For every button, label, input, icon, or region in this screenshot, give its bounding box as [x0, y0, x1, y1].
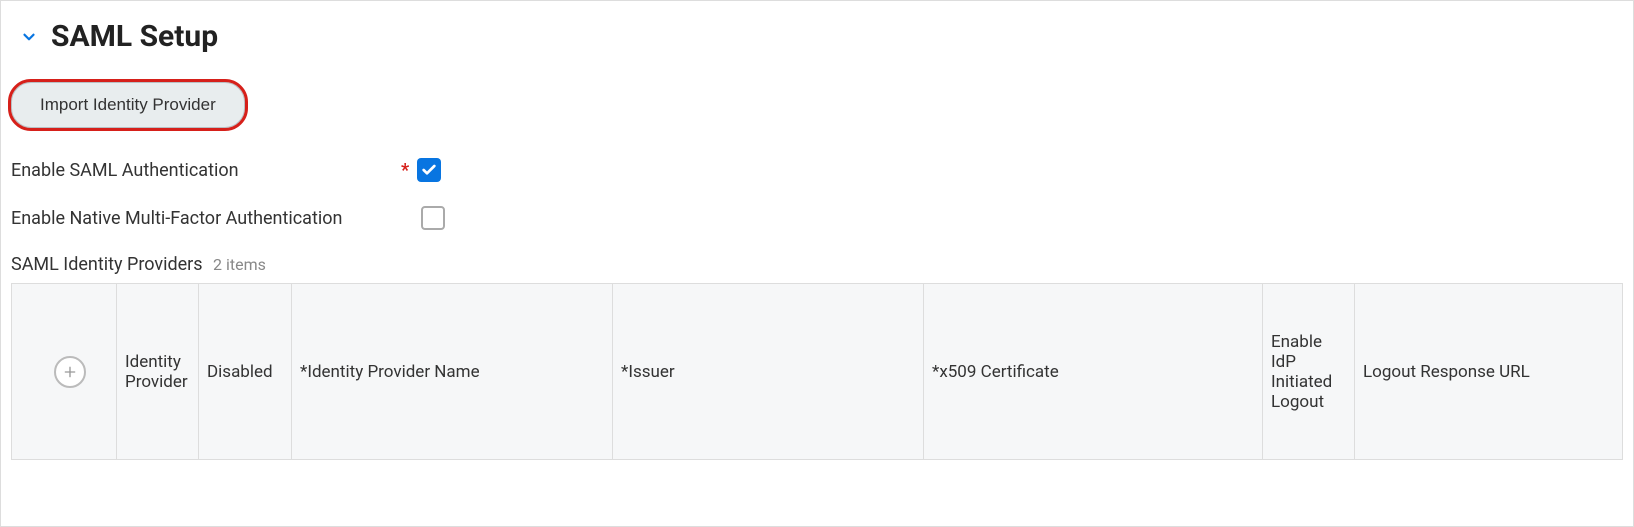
column-header-cert[interactable]: *x509 Certificate [924, 284, 1263, 459]
section-header: SAML Setup [11, 19, 1623, 54]
table-header-row: Identity Provider Disabled *Identity Pro… [12, 284, 1622, 459]
column-header-issuer[interactable]: *Issuer [613, 284, 924, 459]
enable-mfa-checkbox[interactable] [421, 206, 445, 230]
plus-icon [62, 364, 78, 380]
column-header-name[interactable]: *Identity Provider Name [292, 284, 613, 459]
check-icon [421, 162, 437, 178]
enable-saml-label: Enable SAML Authentication [11, 160, 401, 181]
required-indicator: * [401, 160, 409, 181]
add-row-button[interactable] [54, 356, 86, 388]
collapse-toggle[interactable] [19, 27, 39, 47]
enable-mfa-row: Enable Native Multi-Factor Authenticatio… [11, 206, 1623, 230]
enable-saml-row: Enable SAML Authentication * [11, 158, 1623, 182]
table-caption: SAML Identity Providers 2 items [11, 254, 1623, 275]
enable-saml-checkbox[interactable] [417, 158, 441, 182]
import-identity-provider-button[interactable]: Import Identity Provider [11, 82, 245, 128]
enable-mfa-label: Enable Native Multi-Factor Authenticatio… [11, 208, 421, 229]
table-title: SAML Identity Providers [11, 254, 203, 275]
section-title: SAML Setup [51, 19, 218, 54]
column-header-disabled[interactable]: Disabled [199, 284, 292, 459]
column-header-enable-idp-logout[interactable]: Enable IdP Initiated Logout [1263, 284, 1355, 459]
identity-providers-table: Identity Provider Disabled *Identity Pro… [11, 283, 1623, 460]
column-header-identity-provider[interactable]: Identity Provider [117, 284, 199, 459]
add-column-header [12, 284, 117, 459]
table-item-count: 2 items [213, 255, 266, 274]
column-header-logout-url[interactable]: Logout Response URL [1355, 284, 1622, 459]
chevron-down-icon [20, 28, 38, 46]
